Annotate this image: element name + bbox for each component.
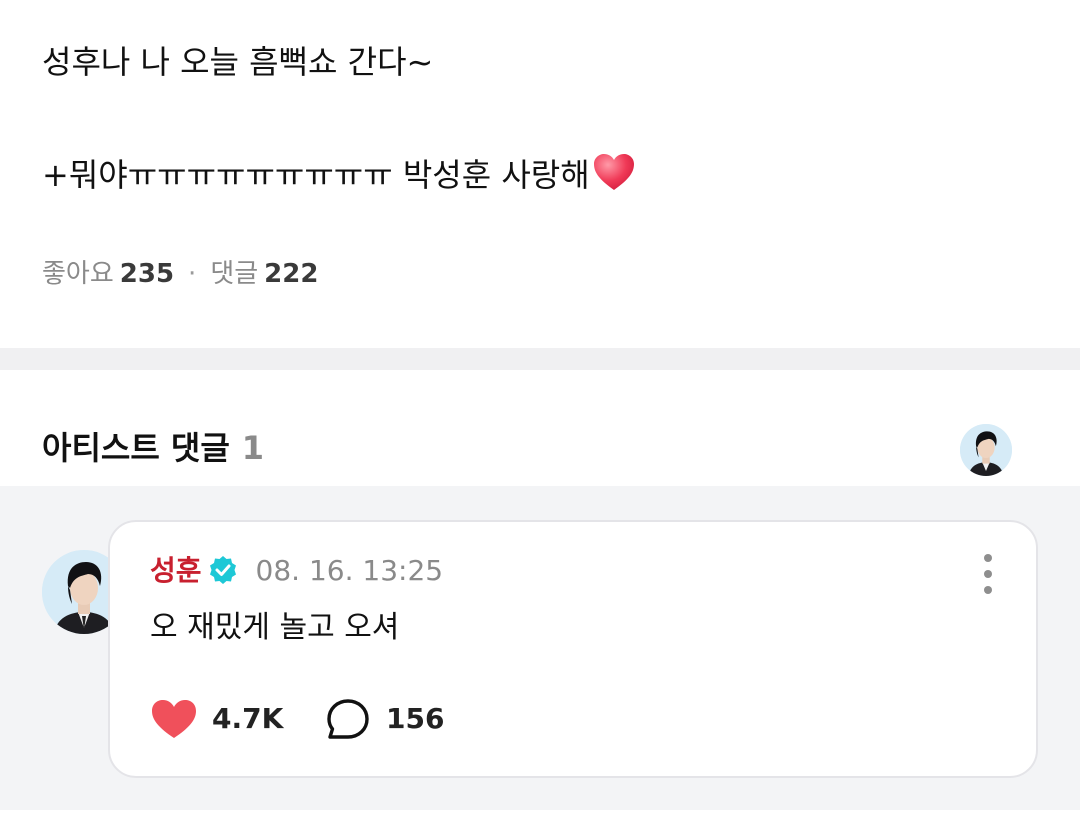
likes-label: 좋아요 — [42, 259, 114, 289]
dot-icon — [984, 586, 992, 594]
heart-icon — [152, 700, 196, 738]
artist-comments-list: 성훈 08. 16. 13:25 오 재밌게 놀고 오셔 4.7K 156 — [0, 486, 1080, 810]
comment-header: 성훈 08. 16. 13:25 — [150, 552, 443, 590]
dot-icon — [984, 570, 992, 578]
post-text-line-2: +뭐야ㅠㅠㅠㅠㅠㅠㅠㅠㅠ 박성훈 사랑해 — [42, 152, 636, 195]
artist-comments-header: 아티스트 댓글 1 — [0, 370, 1080, 486]
reply-count: 156 — [386, 702, 445, 735]
section-divider — [0, 348, 1080, 370]
dot-icon — [984, 554, 992, 562]
likes-count: 235 — [119, 259, 175, 289]
avatar-portrait-icon — [960, 424, 1012, 476]
artist-avatar-small[interactable] — [960, 424, 1012, 476]
like-button[interactable]: 4.7K — [150, 696, 290, 742]
more-options-button[interactable] — [976, 554, 1000, 594]
comment-author-name[interactable]: 성훈 — [150, 554, 202, 587]
speech-bubble-icon — [327, 699, 369, 739]
post-text-line-1: 성후나 나 오늘 흠뻑쇼 간다~ — [42, 43, 434, 81]
verified-badge-icon — [209, 556, 236, 584]
stats-separator: · — [188, 259, 197, 289]
comments-label: 댓글 — [210, 259, 259, 289]
like-count: 4.7K — [212, 702, 284, 735]
heart-emoji-icon — [593, 154, 634, 190]
post-body: 성후나 나 오늘 흠뻑쇼 간다~ +뭐야ㅠㅠㅠㅠㅠㅠㅠㅠㅠ 박성훈 사랑해 좋아… — [0, 0, 1080, 348]
comments-count: 222 — [264, 259, 319, 289]
comment-timestamp: 08. 16. 13:25 — [255, 554, 444, 587]
section-title: 아티스트 댓글 1 — [42, 426, 264, 470]
section-title-text: 아티스트 댓글 — [42, 429, 230, 467]
post-text-line-2-text: +뭐야ㅠㅠㅠㅠㅠㅠㅠㅠㅠ 박성훈 사랑해 — [42, 156, 590, 194]
section-count: 1 — [241, 429, 265, 467]
reply-button[interactable]: 156 — [326, 696, 466, 742]
post-stats: 좋아요 235 · 댓글 222 — [42, 256, 318, 292]
comment-text: 오 재밌게 놀고 오셔 — [150, 610, 400, 645]
comment-card: 성훈 08. 16. 13:25 오 재밌게 놀고 오셔 4.7K 156 — [108, 520, 1038, 778]
